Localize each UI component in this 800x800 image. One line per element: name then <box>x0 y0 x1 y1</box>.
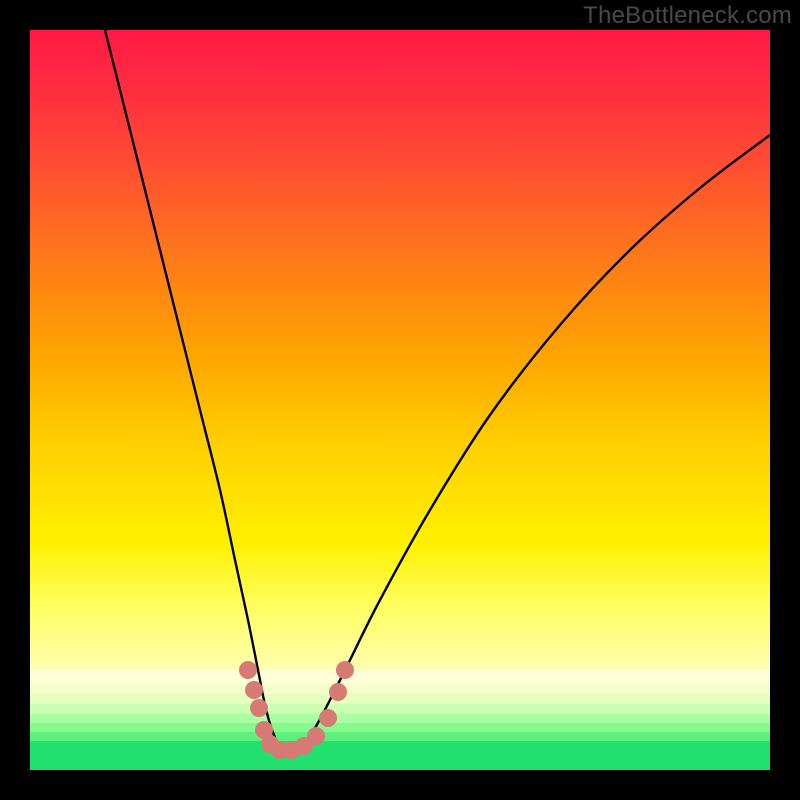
curve-markers <box>239 661 354 759</box>
plot-area <box>30 30 770 770</box>
bottleneck-curve <box>105 30 770 752</box>
curve-marker <box>329 683 347 701</box>
curve-marker <box>319 709 337 727</box>
curve-marker <box>307 727 325 745</box>
curve-marker <box>250 699 268 717</box>
curve-marker <box>245 681 263 699</box>
curve-marker <box>336 661 354 679</box>
outer-frame: TheBottleneck.com <box>0 0 800 800</box>
curve-marker <box>239 661 257 679</box>
chart-svg <box>30 30 770 770</box>
watermark-text: TheBottleneck.com <box>583 2 792 30</box>
